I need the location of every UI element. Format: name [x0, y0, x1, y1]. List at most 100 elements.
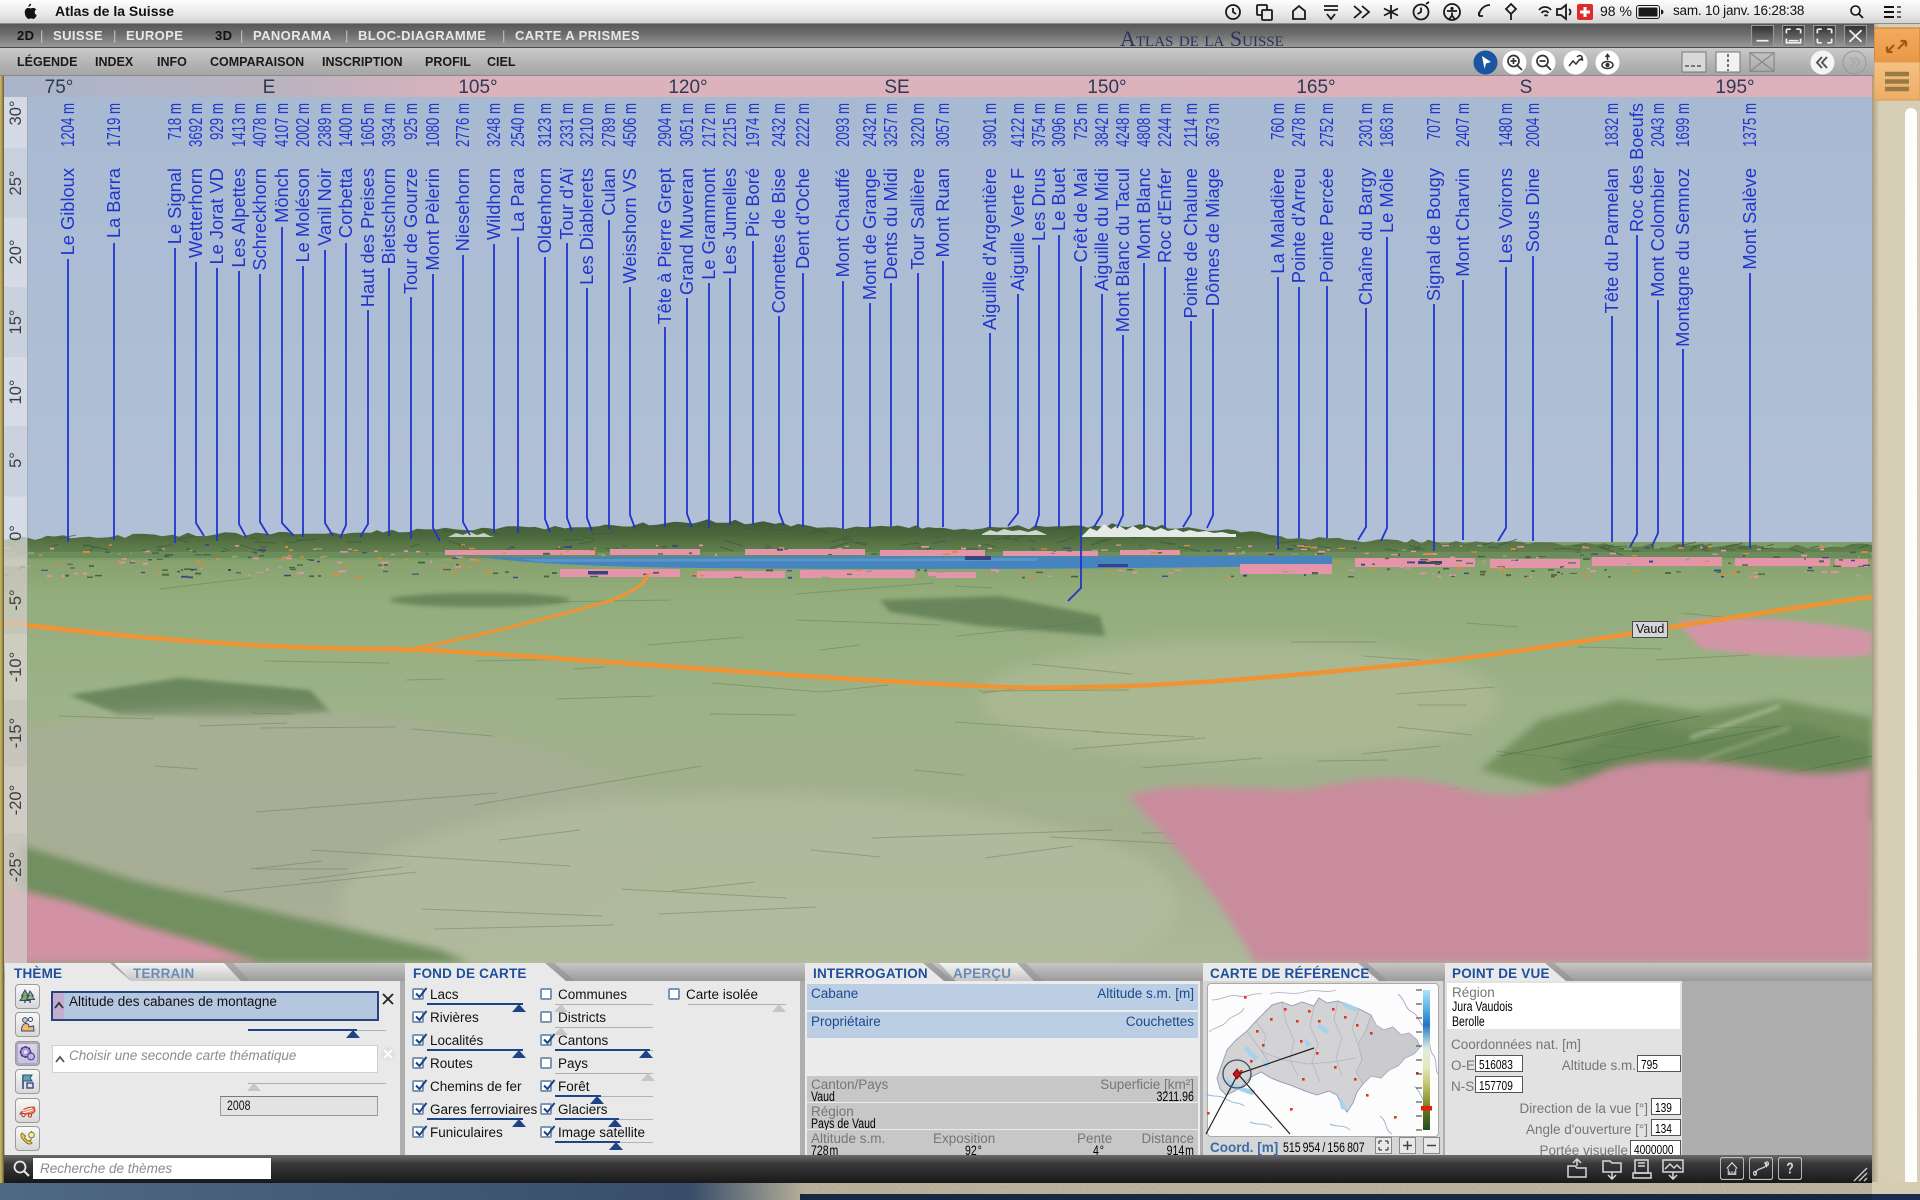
- svg-text:Wildhorn: Wildhorn: [483, 168, 504, 240]
- svg-text:Wetterhorn: Wetterhorn: [185, 168, 206, 258]
- svg-text:0°: 0°: [7, 525, 25, 541]
- svg-text:Aiguille d'Argentière: Aiguille d'Argentière: [979, 168, 1000, 330]
- svg-text:1605 m: 1605 m: [357, 103, 378, 147]
- svg-text:Oldenhorn: Oldenhorn: [534, 168, 555, 253]
- svg-text:2432 m: 2432 m: [768, 103, 789, 147]
- svg-text:Mont Blanc: Mont Blanc: [1133, 168, 1154, 259]
- svg-text:Mont Blanc du Tacul: Mont Blanc du Tacul: [1112, 168, 1133, 332]
- svg-text:2389 m: 2389 m: [314, 103, 335, 147]
- svg-text:1375 m: 1375 m: [1739, 103, 1760, 147]
- svg-text:Les Diablerets: Les Diablerets: [576, 168, 597, 285]
- svg-text:2752 m: 2752 m: [1316, 103, 1337, 147]
- svg-text:4078 m: 4078 m: [249, 103, 270, 147]
- svg-text:Tour Sallière: Tour Sallière: [907, 168, 928, 270]
- svg-text:3901 m: 3901 m: [979, 103, 1000, 147]
- svg-text:Mont Chauffé: Mont Chauffé: [832, 168, 853, 277]
- svg-text:Weisshorn VS: Weisshorn VS: [619, 168, 640, 284]
- svg-text:Sous Dine: Sous Dine: [1522, 168, 1543, 252]
- svg-text:Haut des Preises: Haut des Preises: [357, 168, 378, 307]
- svg-text:718 m: 718 m: [164, 103, 185, 140]
- svg-text:2407 m: 2407 m: [1452, 103, 1473, 147]
- svg-text:3051 m: 3051 m: [676, 103, 697, 147]
- svg-text:Schreckhorn: Schreckhorn: [249, 168, 270, 271]
- svg-text:2432 m: 2432 m: [859, 103, 880, 147]
- svg-text:2301 m: 2301 m: [1355, 103, 1376, 147]
- svg-text:Les Drus: Les Drus: [1028, 168, 1049, 241]
- svg-text:3123 m: 3123 m: [534, 103, 555, 147]
- svg-text:3210 m: 3210 m: [576, 103, 597, 147]
- svg-text:1719 m: 1719 m: [103, 103, 124, 147]
- svg-text:Le Moléson: Le Moléson: [292, 168, 313, 263]
- svg-text:2043 m: 2043 m: [1647, 103, 1668, 147]
- svg-text:Montagne du Semnoz: Montagne du Semnoz: [1672, 168, 1693, 347]
- svg-text:25°: 25°: [7, 171, 25, 196]
- svg-text:Les Alpettes: Les Alpettes: [228, 168, 249, 268]
- svg-text:Cornettes de Bise: Cornettes de Bise: [768, 168, 789, 313]
- svg-text:1974 m: 1974 m: [742, 103, 763, 147]
- svg-text:-25°: -25°: [7, 852, 25, 882]
- svg-text:Les Jumelles: Les Jumelles: [719, 168, 740, 275]
- svg-text:Dents du Midi: Dents du Midi: [880, 168, 901, 280]
- svg-text:1400 m: 1400 m: [335, 103, 356, 147]
- svg-text:Le Signal: Le Signal: [164, 168, 185, 244]
- svg-text:Grand Muveran: Grand Muveran: [676, 168, 697, 295]
- svg-text:La Barra: La Barra: [103, 167, 124, 238]
- svg-text:4248 m: 4248 m: [1112, 103, 1133, 147]
- svg-text:Pointe Percée: Pointe Percée: [1316, 168, 1337, 283]
- svg-text:Tour d'Aï: Tour d'Aï: [556, 167, 577, 239]
- svg-text:Pic Boré: Pic Boré: [742, 168, 763, 237]
- svg-text:Les Voirons: Les Voirons: [1495, 168, 1516, 264]
- svg-text:707 m: 707 m: [1423, 103, 1444, 140]
- svg-text:Dent d'Oche: Dent d'Oche: [792, 168, 813, 269]
- svg-text:Niesehorn: Niesehorn: [452, 168, 473, 251]
- svg-text:1699 m: 1699 m: [1672, 103, 1693, 147]
- svg-text:4506 m: 4506 m: [619, 103, 640, 147]
- svg-text:4808 m: 4808 m: [1133, 103, 1154, 147]
- svg-text:3257 m: 3257 m: [880, 103, 901, 147]
- svg-text:Mont Pèlerin: Mont Pèlerin: [422, 168, 443, 271]
- svg-text:Roc des Boeufs: Roc des Boeufs: [1626, 103, 1647, 232]
- svg-text:Le Buet: Le Buet: [1048, 168, 1069, 231]
- svg-text:2776 m: 2776 m: [452, 103, 473, 147]
- svg-text:3057 m: 3057 m: [932, 103, 953, 147]
- svg-text:Tour de Gourze: Tour de Gourze: [400, 168, 421, 294]
- svg-text:30°: 30°: [7, 101, 25, 126]
- svg-text:Culan: Culan: [598, 168, 619, 216]
- svg-text:2222 m: 2222 m: [792, 103, 813, 147]
- svg-text:3754 m: 3754 m: [1028, 103, 1049, 147]
- svg-text:15°: 15°: [7, 310, 25, 335]
- svg-text:Mont Colombier: Mont Colombier: [1647, 168, 1668, 297]
- svg-text:1863 m: 1863 m: [1376, 103, 1397, 147]
- svg-text:2478 m: 2478 m: [1288, 103, 1309, 147]
- svg-text:2093 m: 2093 m: [832, 103, 853, 147]
- svg-text:1413 m: 1413 m: [228, 103, 249, 147]
- svg-text:2331 m: 2331 m: [556, 103, 577, 147]
- svg-text:2114 m: 2114 m: [1180, 103, 1201, 147]
- svg-text:La Maladière: La Maladière: [1267, 168, 1288, 274]
- svg-text:10°: 10°: [7, 380, 25, 405]
- svg-text:La Para: La Para: [507, 167, 528, 232]
- svg-text:2540 m: 2540 m: [507, 103, 528, 147]
- svg-text:Mont Ruan: Mont Ruan: [932, 168, 953, 257]
- svg-text:Tête du Parmelan: Tête du Parmelan: [1601, 168, 1622, 313]
- svg-text:3934 m: 3934 m: [378, 103, 399, 147]
- svg-text:-20°: -20°: [7, 785, 25, 815]
- svg-text:2002 m: 2002 m: [292, 103, 313, 147]
- svg-text:929 m: 929 m: [206, 103, 227, 140]
- svg-text:Mont de Grange: Mont de Grange: [859, 168, 880, 300]
- svg-text:2172 m: 2172 m: [698, 103, 719, 147]
- svg-text:2215 m: 2215 m: [719, 103, 740, 147]
- svg-text:Le Gibloux: Le Gibloux: [57, 168, 78, 255]
- svg-text:Le Grammont: Le Grammont: [698, 168, 719, 280]
- svg-text:3220 m: 3220 m: [907, 103, 928, 147]
- svg-text:-10°: -10°: [7, 652, 25, 682]
- svg-text:Crêt de Mai: Crêt de Mai: [1070, 168, 1091, 263]
- svg-text:3842 m: 3842 m: [1091, 103, 1112, 147]
- svg-text:Signal de Bougy: Signal de Bougy: [1423, 167, 1444, 301]
- svg-text:Corbetta: Corbetta: [335, 167, 356, 238]
- svg-text:3673 m: 3673 m: [1202, 103, 1223, 147]
- svg-text:Mont Salève: Mont Salève: [1739, 168, 1760, 270]
- svg-text:Tête à Pierre Grept: Tête à Pierre Grept: [654, 168, 675, 324]
- svg-text:1204 m: 1204 m: [57, 103, 78, 147]
- svg-text:2244 m: 2244 m: [1154, 103, 1175, 147]
